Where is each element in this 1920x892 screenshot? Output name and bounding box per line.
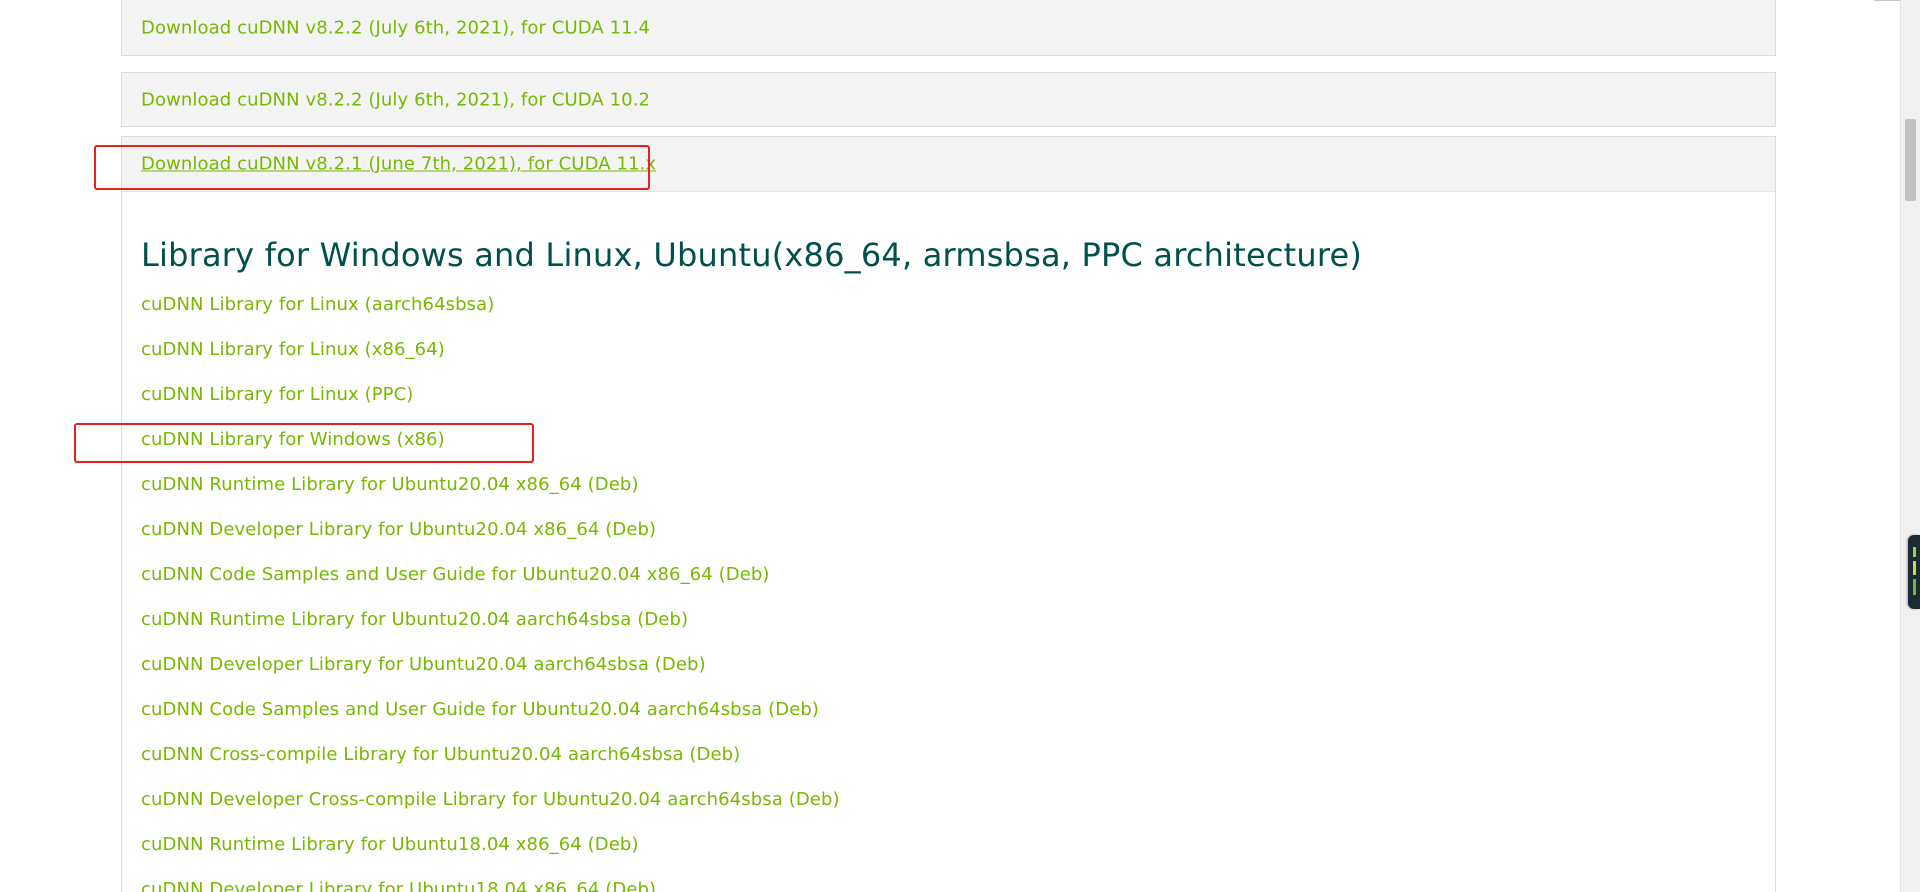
library-link-runtime-ubuntu1804-x86-64[interactable]: cuDNN Runtime Library for Ubuntu18.04 x8…	[141, 834, 639, 855]
list-item: cuDNN Code Samples and User Guide for Ub…	[141, 564, 840, 609]
download-row-v822-cuda102[interactable]: Download cuDNN v8.2.2 (July 6th, 2021), …	[121, 72, 1776, 127]
library-link-samples-ubuntu2004-aarch64sbsa[interactable]: cuDNN Code Samples and User Guide for Ub…	[141, 699, 819, 720]
list-item: cuDNN Runtime Library for Ubuntu18.04 x8…	[141, 834, 840, 879]
scrollbar-thumb[interactable]	[1905, 119, 1916, 201]
library-link-runtime-ubuntu2004-aarch64sbsa[interactable]: cuDNN Runtime Library for Ubuntu20.04 aa…	[141, 609, 688, 630]
list-item: cuDNN Library for Linux (PPC)	[141, 384, 840, 429]
side-widget-tab[interactable]	[1908, 535, 1920, 609]
list-item: cuDNN Developer Library for Ubuntu20.04 …	[141, 654, 840, 699]
download-link-v822-cuda102[interactable]: Download cuDNN v8.2.2 (July 6th, 2021), …	[141, 89, 650, 110]
list-item: cuDNN Library for Linux (aarch64sbsa)	[141, 294, 840, 339]
section-title: Library for Windows and Linux, Ubuntu(x8…	[141, 236, 1363, 274]
library-link-crosscompile-ubuntu2004-aarch64sbsa[interactable]: cuDNN Cross-compile Library for Ubuntu20…	[141, 744, 740, 765]
library-link-linux-ppc[interactable]: cuDNN Library for Linux (PPC)	[141, 384, 413, 405]
download-link-v821-cuda11x[interactable]: Download cuDNN v8.2.1 (June 7th, 2021), …	[141, 154, 656, 175]
page: Download cuDNN v8.2.2 (July 6th, 2021), …	[0, 0, 1920, 892]
library-link-developer-ubuntu2004-x86-64[interactable]: cuDNN Developer Library for Ubuntu20.04 …	[141, 519, 656, 540]
list-item: cuDNN Library for Linux (x86_64)	[141, 339, 840, 384]
list-item: cuDNN Code Samples and User Guide for Ub…	[141, 699, 840, 744]
expanded-download-panel: Library for Windows and Linux, Ubuntu(x8…	[121, 191, 1776, 892]
download-row-v822-cuda114[interactable]: Download cuDNN v8.2.2 (July 6th, 2021), …	[121, 0, 1776, 56]
download-link-v822-cuda114[interactable]: Download cuDNN v8.2.2 (July 6th, 2021), …	[141, 17, 650, 38]
list-item: cuDNN Developer Cross-compile Library fo…	[141, 789, 840, 834]
library-link-runtime-ubuntu2004-x86-64[interactable]: cuDNN Runtime Library for Ubuntu20.04 x8…	[141, 474, 639, 495]
list-item: cuDNN Library for Windows (x86)	[141, 429, 840, 474]
library-link-developer-ubuntu2004-aarch64sbsa[interactable]: cuDNN Developer Library for Ubuntu20.04 …	[141, 654, 706, 675]
library-link-windows-x86[interactable]: cuDNN Library for Windows (x86)	[141, 429, 445, 450]
download-row-v821-cuda11x[interactable]: Download cuDNN v8.2.1 (June 7th, 2021), …	[121, 136, 1776, 191]
vertical-scrollbar[interactable]	[1900, 0, 1920, 892]
divider	[1874, 0, 1900, 1]
library-link-linux-x86-64[interactable]: cuDNN Library for Linux (x86_64)	[141, 339, 445, 360]
level-bar-icon	[1913, 547, 1916, 557]
list-item: cuDNN Runtime Library for Ubuntu20.04 aa…	[141, 609, 840, 654]
list-item: cuDNN Developer Library for Ubuntu18.04 …	[141, 879, 840, 892]
list-item: cuDNN Developer Library for Ubuntu20.04 …	[141, 519, 840, 564]
level-bar-icon	[1913, 561, 1916, 575]
library-link-linux-aarch64sbsa[interactable]: cuDNN Library for Linux (aarch64sbsa)	[141, 294, 494, 315]
library-link-developer-ubuntu1804-x86-64[interactable]: cuDNN Developer Library for Ubuntu18.04 …	[141, 879, 656, 892]
list-item: cuDNN Cross-compile Library for Ubuntu20…	[141, 744, 840, 789]
list-item: cuDNN Runtime Library for Ubuntu20.04 x8…	[141, 474, 840, 519]
library-link-list: cuDNN Library for Linux (aarch64sbsa) cu…	[141, 294, 840, 892]
library-link-dev-crosscompile-ubuntu2004-aarch64sbsa[interactable]: cuDNN Developer Cross-compile Library fo…	[141, 789, 840, 810]
level-bar-icon	[1913, 579, 1916, 595]
library-link-samples-ubuntu2004-x86-64[interactable]: cuDNN Code Samples and User Guide for Ub…	[141, 564, 770, 585]
